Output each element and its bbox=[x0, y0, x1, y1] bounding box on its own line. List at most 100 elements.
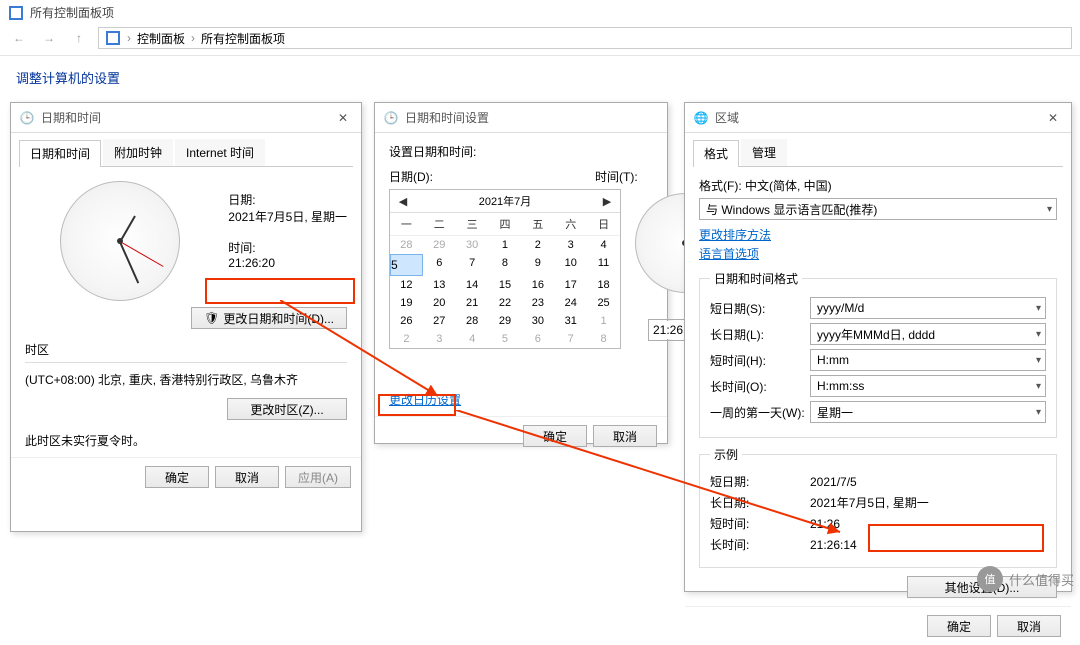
calendar-day[interactable]: 4 bbox=[587, 236, 620, 254]
apply-button[interactable]: 应用(A) bbox=[285, 466, 351, 488]
cancel-button[interactable]: 取消 bbox=[997, 615, 1061, 637]
short-date-label: 短日期(S): bbox=[710, 300, 810, 317]
ok-button[interactable]: 确定 bbox=[145, 466, 209, 488]
calendar-day[interactable]: 21 bbox=[456, 294, 489, 312]
calendar-day[interactable]: 3 bbox=[423, 330, 456, 348]
calendar-day[interactable]: 1 bbox=[587, 312, 620, 330]
chevron-down-icon: ▾ bbox=[1036, 381, 1041, 392]
calendar-day[interactable]: 5 bbox=[390, 254, 423, 276]
calendar-day[interactable]: 8 bbox=[587, 330, 620, 348]
calendar-day[interactable]: 28 bbox=[456, 312, 489, 330]
close-icon[interactable]: ✕ bbox=[1043, 111, 1063, 125]
calendar-day[interactable]: 15 bbox=[489, 276, 522, 294]
calendar-day[interactable]: 16 bbox=[521, 276, 554, 294]
calendar-day[interactable]: 18 bbox=[587, 276, 620, 294]
tab-datetime[interactable]: 日期和时间 bbox=[19, 140, 101, 167]
breadcrumb-sep: › bbox=[191, 31, 195, 45]
calendar-day[interactable]: 28 bbox=[390, 236, 423, 254]
dialog-title: 日期和时间 bbox=[41, 109, 101, 126]
tab-format[interactable]: 格式 bbox=[693, 140, 739, 167]
cal-prev-button[interactable]: ◀ bbox=[396, 195, 410, 208]
calendar-day[interactable]: 19 bbox=[390, 294, 423, 312]
shield-icon: 🛡 bbox=[204, 311, 219, 325]
calendar-day[interactable]: 7 bbox=[456, 254, 489, 276]
calendar-dow: 三 bbox=[456, 213, 489, 236]
tab-internet-time[interactable]: Internet 时间 bbox=[175, 139, 265, 166]
tab-additional-clocks[interactable]: 附加时钟 bbox=[103, 139, 173, 166]
calendar-day[interactable]: 9 bbox=[521, 254, 554, 276]
ok-button[interactable]: 确定 bbox=[927, 615, 991, 637]
datetime-format-legend: 日期和时间格式 bbox=[710, 270, 802, 287]
calendar-day[interactable]: 6 bbox=[521, 330, 554, 348]
chevron-down-icon: ▾ bbox=[1047, 204, 1052, 215]
calendar-day[interactable]: 22 bbox=[489, 294, 522, 312]
cal-next-button[interactable]: ▶ bbox=[600, 195, 614, 208]
watermark-icon: 值 bbox=[977, 566, 1003, 592]
change-sort-link[interactable]: 更改排序方法 bbox=[699, 228, 771, 242]
back-button[interactable]: ← bbox=[8, 27, 30, 49]
calendar-day[interactable]: 29 bbox=[423, 236, 456, 254]
watermark-text: 什么值得买 bbox=[1009, 570, 1074, 589]
short-time-select[interactable]: H:mm▾ bbox=[810, 349, 1046, 371]
calendar-day[interactable]: 2 bbox=[521, 236, 554, 254]
format-select[interactable]: 与 Windows 显示语言匹配(推荐)▾ bbox=[699, 198, 1057, 220]
control-panel-icon bbox=[105, 30, 121, 46]
ex-short-time-label: 短时间: bbox=[710, 515, 810, 532]
long-time-select[interactable]: H:mm:ss▾ bbox=[810, 375, 1046, 397]
ok-button[interactable]: 确定 bbox=[523, 425, 587, 447]
calendar-day[interactable]: 29 bbox=[489, 312, 522, 330]
breadcrumb[interactable]: 所有控制面板项 bbox=[201, 30, 285, 47]
calendar-day[interactable]: 17 bbox=[554, 276, 587, 294]
first-dow-select[interactable]: 星期一▾ bbox=[810, 401, 1046, 423]
ex-long-time-value: 21:26:14 bbox=[810, 538, 857, 552]
calendar-dow: 五 bbox=[521, 213, 554, 236]
nav-toolbar: ← → ↑ › 控制面板 › 所有控制面板项 bbox=[0, 25, 1080, 56]
change-datetime-button[interactable]: 🛡 更改日期和时间(D)... bbox=[191, 307, 347, 329]
example-group: 示例 短日期:2021/7/5 长日期:2021年7月5日, 星期一 短时间:2… bbox=[699, 446, 1057, 568]
long-date-select[interactable]: yyyy年MMMd日, dddd▾ bbox=[810, 323, 1046, 345]
cancel-button[interactable]: 取消 bbox=[593, 425, 657, 447]
calendar-dow: 日 bbox=[587, 213, 620, 236]
first-dow-label: 一周的第一天(W): bbox=[710, 404, 810, 421]
calendar-day[interactable]: 23 bbox=[521, 294, 554, 312]
calendar-day[interactable]: 4 bbox=[456, 330, 489, 348]
calendar-day[interactable]: 12 bbox=[390, 276, 423, 294]
change-calendar-link[interactable]: 更改日历设置 bbox=[389, 393, 461, 407]
calendar-day[interactable]: 27 bbox=[423, 312, 456, 330]
calendar-day[interactable]: 3 bbox=[554, 236, 587, 254]
calendar-day[interactable]: 2 bbox=[390, 330, 423, 348]
calendar-day[interactable]: 7 bbox=[554, 330, 587, 348]
calendar-day[interactable]: 8 bbox=[489, 254, 522, 276]
calendar-day[interactable]: 5 bbox=[489, 330, 522, 348]
cancel-button[interactable]: 取消 bbox=[215, 466, 279, 488]
calendar-day[interactable]: 13 bbox=[423, 276, 456, 294]
calendar-day[interactable]: 25 bbox=[587, 294, 620, 312]
calendar-dow: 四 bbox=[489, 213, 522, 236]
calendar-day[interactable]: 26 bbox=[390, 312, 423, 330]
calendar-day[interactable]: 10 bbox=[554, 254, 587, 276]
datetime-dialog: 🕒日期和时间 ✕ 日期和时间 附加时钟 Internet 时间 日期: 2021… bbox=[10, 102, 362, 532]
page-heading: 调整计算机的设置 bbox=[0, 56, 1080, 95]
language-pref-link[interactable]: 语言首选项 bbox=[699, 247, 759, 261]
calendar-day[interactable]: 14 bbox=[456, 276, 489, 294]
datetime-format-group: 日期和时间格式 短日期(S):yyyy/M/d▾ 长日期(L):yyyy年MMM… bbox=[699, 270, 1057, 438]
calendar-day[interactable]: 31 bbox=[554, 312, 587, 330]
change-timezone-button[interactable]: 更改时区(Z)... bbox=[227, 398, 347, 420]
calendar-day[interactable]: 30 bbox=[521, 312, 554, 330]
address-bar[interactable]: › 控制面板 › 所有控制面板项 bbox=[98, 27, 1072, 49]
up-button[interactable]: ↑ bbox=[68, 27, 90, 49]
calendar-day[interactable]: 11 bbox=[587, 254, 620, 276]
close-icon[interactable]: ✕ bbox=[333, 111, 353, 125]
tab-admin[interactable]: 管理 bbox=[741, 139, 787, 166]
short-date-select[interactable]: yyyy/M/d▾ bbox=[810, 297, 1046, 319]
forward-button[interactable]: → bbox=[38, 27, 60, 49]
calendar-day[interactable]: 20 bbox=[423, 294, 456, 312]
analog-clock bbox=[60, 181, 180, 301]
calendar-day[interactable]: 30 bbox=[456, 236, 489, 254]
set-datetime-heading: 设置日期和时间: bbox=[389, 143, 653, 160]
calendar-day[interactable]: 24 bbox=[554, 294, 587, 312]
calendar[interactable]: ◀ 2021年7月 ▶ 一二三四五六日282930123456789101112… bbox=[389, 189, 621, 349]
calendar-day[interactable]: 6 bbox=[423, 254, 456, 276]
calendar-day[interactable]: 1 bbox=[489, 236, 522, 254]
breadcrumb[interactable]: 控制面板 bbox=[137, 30, 185, 47]
